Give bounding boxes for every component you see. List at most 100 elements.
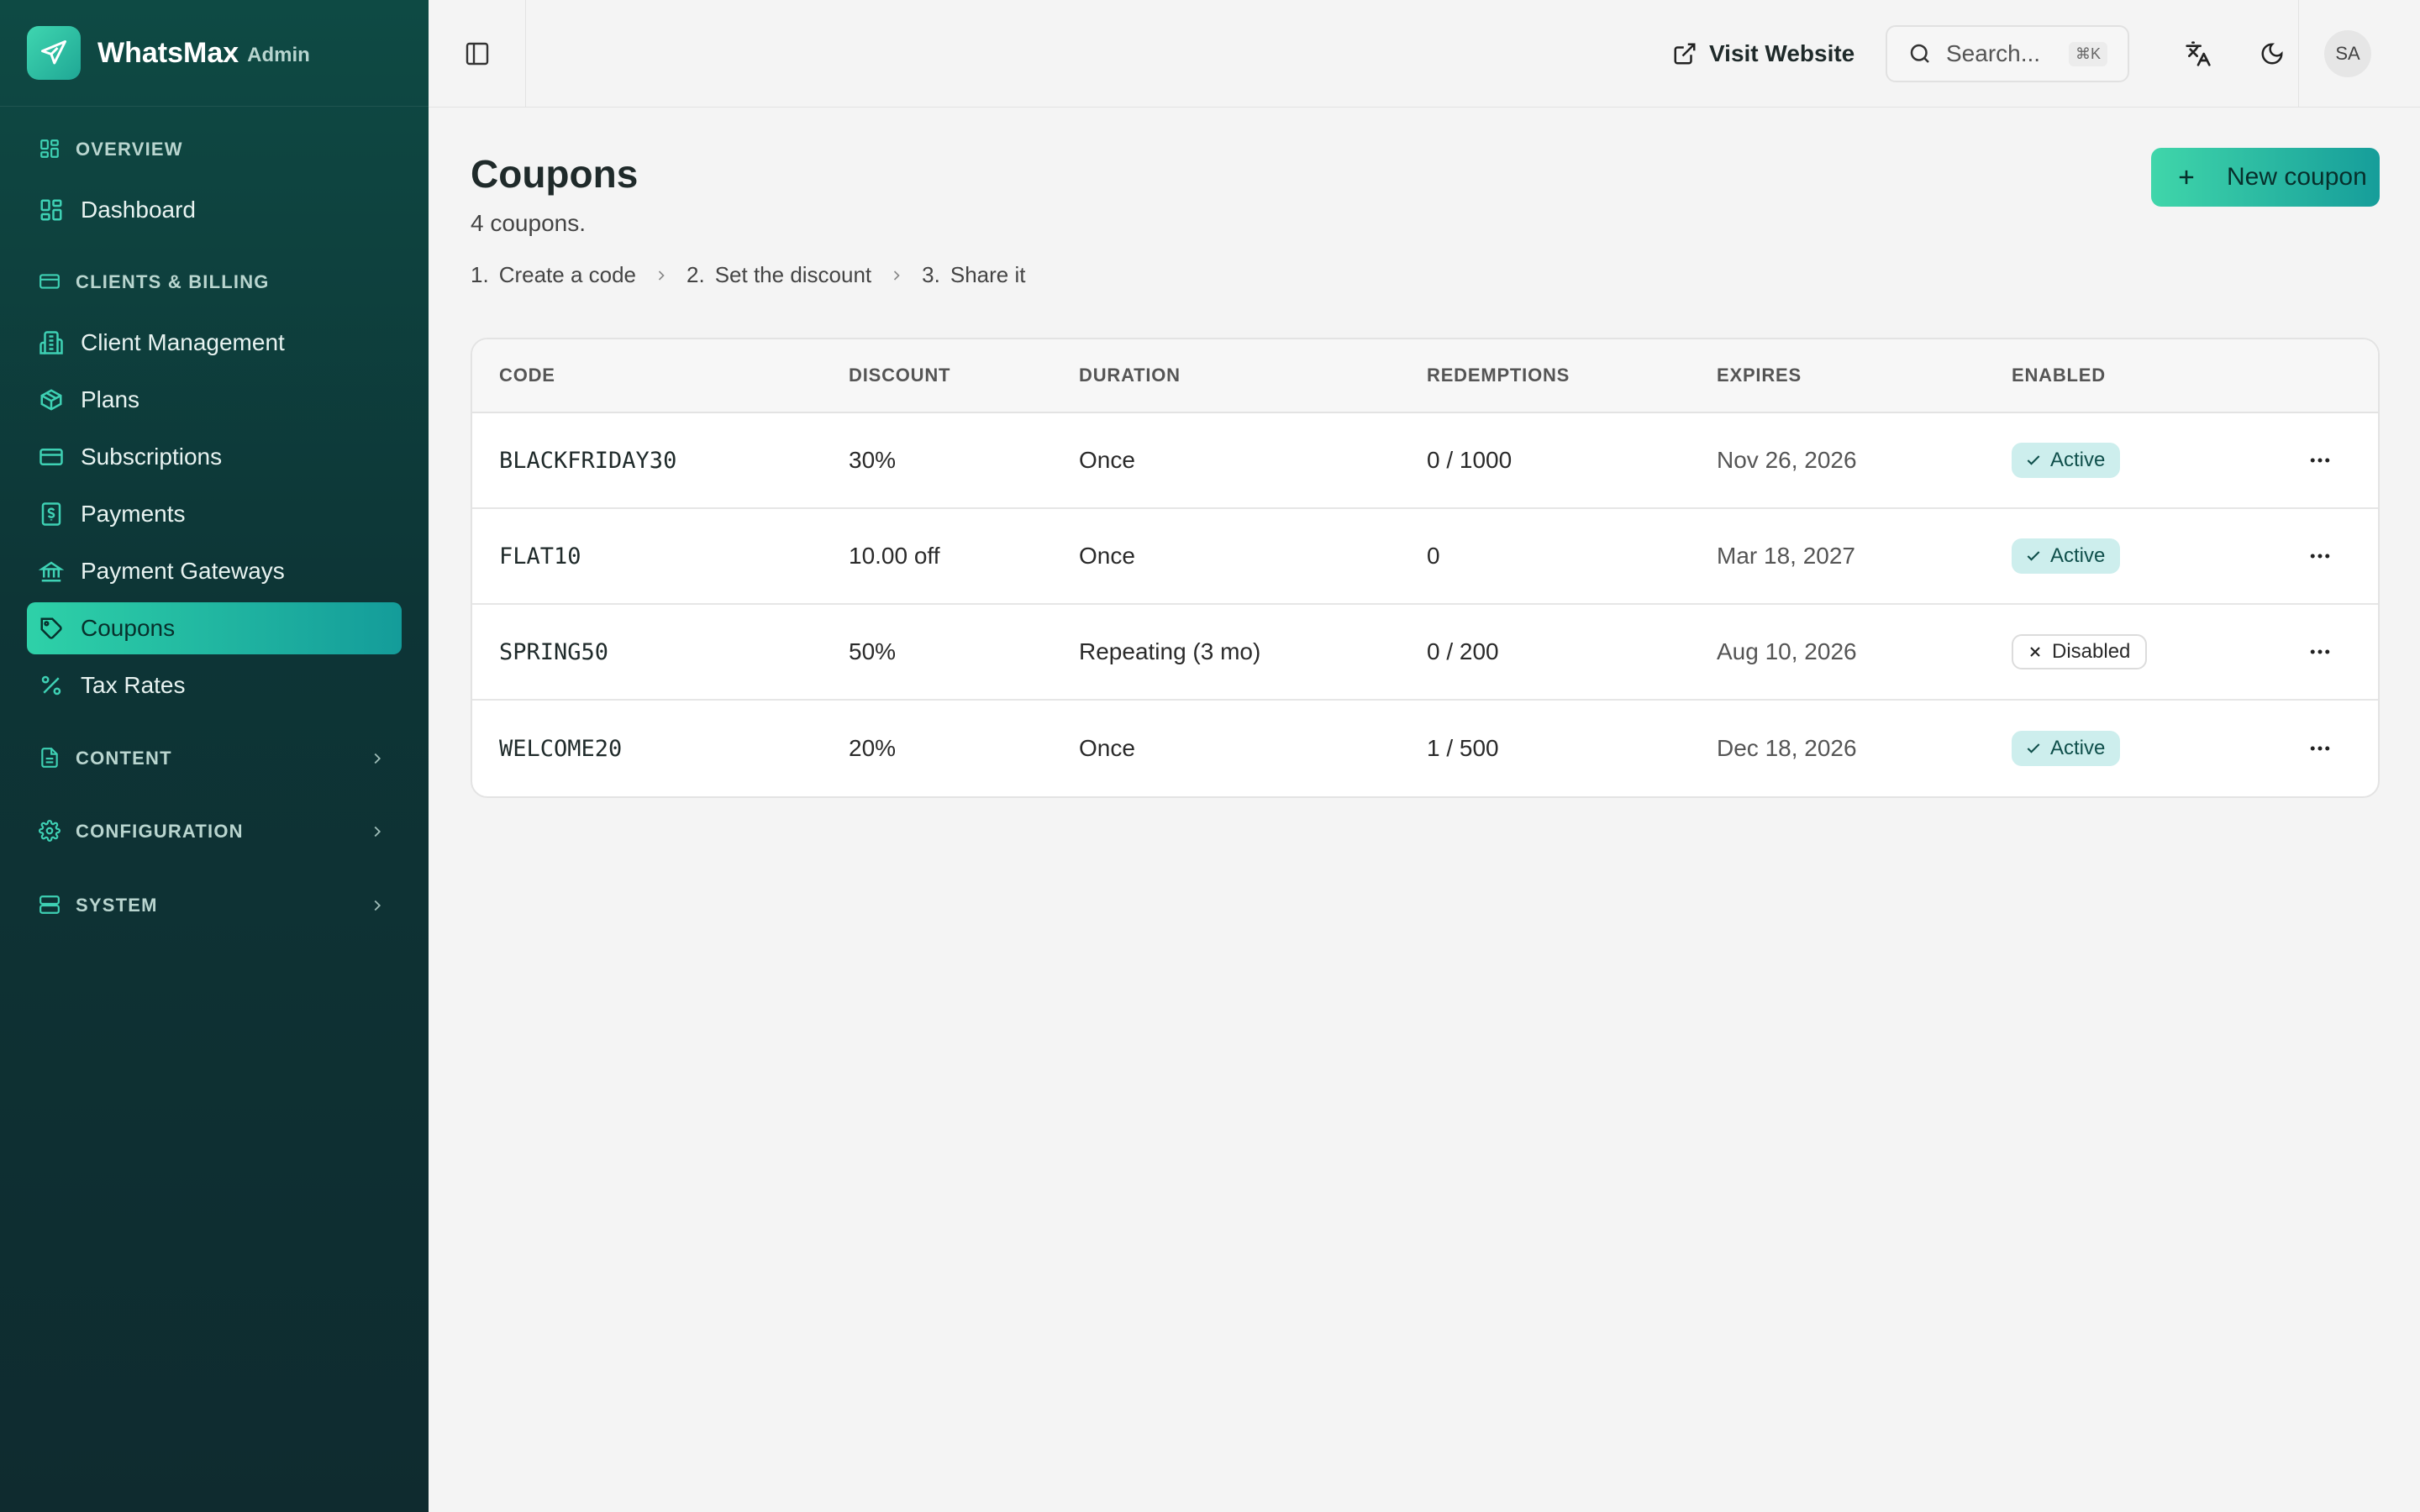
sidebar-item-label: Subscriptions bbox=[81, 444, 223, 470]
coupon-discount: 50% bbox=[849, 638, 897, 664]
section-system-label: SYSTEM bbox=[76, 895, 158, 916]
search-input[interactable]: Search... ⌘K bbox=[1886, 25, 2129, 82]
coupon-expires: Mar 18, 2027 bbox=[1717, 543, 1855, 569]
section-system[interactable]: SYSTEM bbox=[27, 869, 402, 942]
table-row[interactable]: SPRING50 50% Repeating (3 mo) 0 / 200 Au… bbox=[472, 605, 2378, 701]
sidebar-item-subscriptions[interactable]: Subscriptions bbox=[27, 431, 402, 483]
coupon-discount: 10.00 off bbox=[849, 543, 940, 569]
column-header-code[interactable]: CODE bbox=[499, 365, 555, 386]
step-label: Share it bbox=[950, 262, 1026, 287]
status-badge: Active bbox=[2012, 538, 2121, 574]
building-icon bbox=[39, 330, 64, 355]
sidebar-item-plans[interactable]: Plans bbox=[27, 374, 402, 426]
section-content-label: CONTENT bbox=[76, 748, 172, 769]
file-text-icon bbox=[39, 747, 62, 770]
sidebar-toggle-button[interactable] bbox=[429, 0, 526, 107]
column-header-duration[interactable]: DURATION bbox=[1079, 365, 1181, 386]
sidebar-item-coupons[interactable]: Coupons bbox=[27, 602, 402, 654]
check-icon bbox=[2025, 548, 2042, 564]
more-horizontal-icon bbox=[2307, 543, 2333, 569]
column-header-enabled[interactable]: ENABLED bbox=[2012, 365, 2106, 386]
sidebar-item-payment-gateways[interactable]: Payment Gateways bbox=[27, 545, 402, 597]
sidebar-item-label: Plans bbox=[81, 386, 140, 412]
coupon-code: BLACKFRIDAY30 bbox=[499, 447, 677, 474]
new-coupon-button[interactable]: New coupon bbox=[2151, 148, 2380, 207]
column-header-discount[interactable]: DISCOUNT bbox=[849, 365, 950, 386]
chevron-right-icon bbox=[368, 749, 387, 768]
status-label: Disabled bbox=[2052, 640, 2131, 663]
status-badge: Active bbox=[2012, 443, 2121, 478]
avatar[interactable]: SA bbox=[2324, 30, 2371, 77]
external-link-icon bbox=[1672, 41, 1697, 66]
sidebar-item-label: Coupons bbox=[81, 615, 176, 641]
dashboard-icon bbox=[39, 197, 64, 223]
app-root: WhatsMax Admin OVERVIEW Dashboard CLIENT… bbox=[0, 0, 2420, 1512]
visit-website-link[interactable]: Visit Website bbox=[1672, 34, 1854, 74]
more-horizontal-icon bbox=[2307, 736, 2333, 761]
sidebar-item-dashboard[interactable]: Dashboard bbox=[27, 184, 402, 236]
search-placeholder: Search... bbox=[1946, 40, 2041, 66]
sidebar-item-label: Dashboard bbox=[81, 197, 196, 223]
coupon-code: SPRING50 bbox=[499, 638, 609, 665]
step-label: Set the discount bbox=[714, 262, 872, 287]
sidebar-item-label: Tax Rates bbox=[81, 672, 186, 698]
chevron-right-icon bbox=[653, 267, 670, 284]
sidebar-nav: OVERVIEW Dashboard CLIENTS & BILLING Cli… bbox=[0, 120, 429, 942]
sidebar-item-client-management[interactable]: Client Management bbox=[27, 317, 402, 369]
topbar: Visit Website Search... ⌘K SA bbox=[429, 0, 2420, 108]
coupon-redemptions: 0 bbox=[1427, 543, 1440, 569]
panel-left-icon bbox=[464, 40, 491, 67]
table-row[interactable]: BLACKFRIDAY30 30% Once 0 / 1000 Nov 26, … bbox=[472, 413, 2378, 509]
table-row[interactable]: FLAT10 10.00 off Once 0 Mar 18, 2027 Act… bbox=[472, 509, 2378, 605]
section-overview: OVERVIEW bbox=[27, 120, 402, 179]
table-row[interactable]: WELCOME20 20% Once 1 / 500 Dec 18, 2026 … bbox=[472, 701, 2378, 796]
more-horizontal-icon bbox=[2307, 448, 2333, 473]
layout-grid-icon bbox=[39, 138, 62, 161]
more-horizontal-icon bbox=[2307, 639, 2333, 664]
check-icon bbox=[2025, 740, 2042, 757]
table-header: CODE DISCOUNT DURATION REDEMPTIONS EXPIR… bbox=[472, 339, 2378, 413]
status-badge: Active bbox=[2012, 731, 2121, 766]
coupon-duration: Once bbox=[1079, 543, 1135, 569]
moon-icon bbox=[2260, 41, 2285, 66]
coupon-duration: Repeating (3 mo) bbox=[1079, 638, 1261, 664]
close-icon bbox=[2027, 643, 2044, 660]
section-configuration-label: CONFIGURATION bbox=[76, 821, 244, 842]
row-actions-button[interactable] bbox=[2307, 448, 2333, 473]
receipt-dollar-icon bbox=[39, 501, 64, 527]
coupon-expires: Aug 10, 2026 bbox=[1717, 638, 1857, 664]
coupon-expires: Dec 18, 2026 bbox=[1717, 735, 1857, 761]
translate-icon bbox=[2185, 40, 2212, 67]
sidebar-item-payments[interactable]: Payments bbox=[27, 488, 402, 540]
coupon-duration: Once bbox=[1079, 447, 1135, 473]
paper-plane-logo-icon bbox=[27, 26, 81, 80]
server-icon bbox=[39, 894, 62, 917]
row-actions-button[interactable] bbox=[2307, 543, 2333, 569]
coupon-code: WELCOME20 bbox=[499, 735, 623, 762]
status-label: Active bbox=[2050, 449, 2106, 471]
page-subtitle: 4 coupons. bbox=[471, 210, 586, 236]
coupon-redemptions: 0 / 200 bbox=[1427, 638, 1499, 664]
step-number: 3. bbox=[922, 262, 940, 287]
tag-icon bbox=[39, 616, 64, 641]
column-header-redemptions[interactable]: REDEMPTIONS bbox=[1427, 365, 1570, 386]
brand[interactable]: WhatsMax Admin bbox=[0, 0, 429, 107]
section-content[interactable]: CONTENT bbox=[27, 723, 402, 794]
gear-icon bbox=[39, 820, 62, 843]
brand-name: WhatsMax bbox=[97, 36, 239, 69]
column-header-expires[interactable]: EXPIRES bbox=[1717, 365, 1802, 386]
sidebar-item-tax-rates[interactable]: Tax Rates bbox=[27, 659, 402, 711]
search-icon bbox=[1907, 41, 1933, 66]
status-label: Active bbox=[2050, 737, 2106, 759]
coupon-redemptions: 1 / 500 bbox=[1427, 735, 1499, 761]
section-configuration[interactable]: CONFIGURATION bbox=[27, 794, 402, 869]
sidebar-item-label: Payment Gateways bbox=[81, 558, 285, 584]
visit-website-label: Visit Website bbox=[1709, 40, 1855, 66]
coupon-code: FLAT10 bbox=[499, 543, 581, 570]
package-icon bbox=[39, 387, 64, 412]
topbar-divider bbox=[2298, 0, 2299, 107]
language-button[interactable] bbox=[2175, 30, 2222, 77]
row-actions-button[interactable] bbox=[2307, 639, 2333, 664]
row-actions-button[interactable] bbox=[2307, 736, 2333, 761]
theme-toggle-button[interactable] bbox=[2249, 30, 2296, 77]
